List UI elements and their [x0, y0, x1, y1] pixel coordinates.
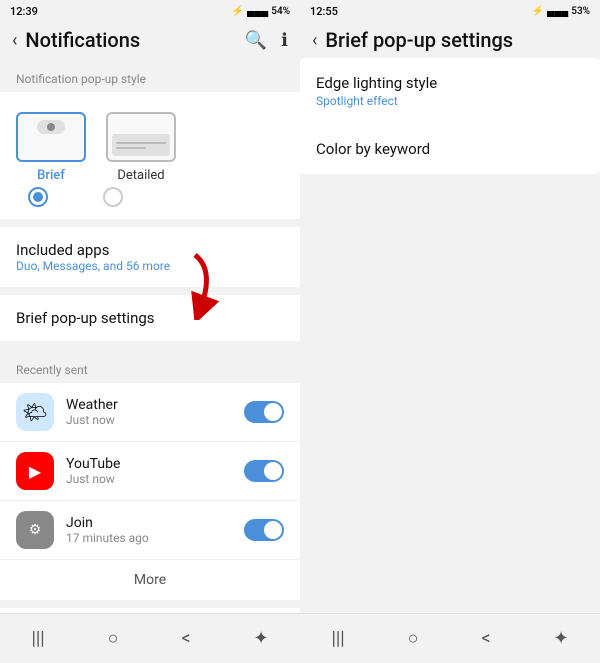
join-icon: ⚙: [16, 511, 54, 549]
youtube-name: YouTube: [66, 456, 232, 472]
included-apps-title: Included apps: [16, 241, 170, 259]
nav-extra-right[interactable]: ✦: [553, 628, 568, 649]
notification-dot: [47, 123, 55, 131]
youtube-icon: ▶: [16, 452, 54, 490]
edge-lighting-sub: Spotlight effect: [316, 94, 584, 118]
panel-line-2: [116, 147, 146, 149]
recently-sent-label: Recently sent: [0, 349, 300, 383]
popup-options: Brief Detailed: [16, 112, 284, 183]
popup-style-label: Notification pop-up style: [0, 58, 300, 92]
info-icon-left[interactable]: ℹ: [281, 30, 288, 51]
bluetooth-icon-right: ⚡: [532, 6, 544, 17]
brief-popup-item[interactable]: Brief pop-up settings: [0, 295, 300, 341]
popup-option-detailed[interactable]: Detailed: [106, 112, 176, 183]
nav-back-left[interactable]: <: [181, 628, 190, 649]
recently-sent-section: 🌤 Weather Just now ▶ YouTube Just now ⚙: [0, 383, 300, 600]
brief-popup-container: Brief pop-up settings: [0, 295, 300, 341]
status-bar-left: 12:39 ⚡ ▄▄▄ 54%: [0, 0, 300, 22]
weather-icon: 🌤: [16, 393, 54, 431]
nav-recent-right[interactable]: |||: [331, 628, 344, 649]
join-time: 17 minutes ago: [66, 531, 232, 545]
right-settings-section: Edge lighting style Spotlight effect Col…: [300, 58, 600, 174]
nav-home-left[interactable]: ○: [108, 628, 119, 649]
bottom-nav-right: ||| ○ < ✦: [300, 613, 600, 663]
right-panel: 12:55 ⚡ ▄▄▄ 53% ‹ Brief pop-up settings …: [300, 0, 600, 663]
time-left: 12:39: [10, 5, 38, 18]
status-time-left: 12:39: [10, 5, 38, 18]
scroll-content-left[interactable]: Notification pop-up style Brief: [0, 58, 300, 613]
weather-toggle[interactable]: [244, 401, 284, 423]
included-apps-item[interactable]: Included apps Duo, Messages, and 56 more: [0, 227, 300, 287]
top-bar-left-content: ‹ Notifications: [12, 28, 140, 52]
status-icons-right: ⚡ ▄▄▄ 53%: [532, 6, 590, 17]
top-bar-right: ‹ Brief pop-up settings: [300, 22, 600, 58]
battery-left: 54%: [271, 6, 290, 17]
app-item-weather[interactable]: 🌤 Weather Just now: [0, 383, 300, 441]
top-bar-left: ‹ Notifications 🔍 ℹ: [0, 22, 300, 58]
edge-lighting-item[interactable]: Edge lighting style Spotlight effect: [300, 58, 600, 124]
youtube-time: Just now: [66, 472, 232, 486]
status-time-right: 12:55: [310, 5, 338, 18]
top-bar-right-content: ‹ Brief pop-up settings: [312, 28, 513, 52]
bottom-nav-left: ||| ○ < ✦: [0, 613, 300, 663]
notification-panel: [112, 134, 170, 156]
included-apps-text: Included apps Duo, Messages, and 56 more: [16, 241, 170, 273]
notification-bubble: [37, 120, 65, 134]
nav-back-right[interactable]: <: [481, 628, 490, 649]
bluetooth-icon: ⚡: [232, 6, 244, 17]
status-icons-left: ⚡ ▄▄▄ 54%: [232, 6, 290, 17]
popup-option-brief[interactable]: Brief: [16, 112, 86, 183]
back-button-left[interactable]: ‹: [12, 30, 17, 51]
youtube-info: YouTube Just now: [66, 456, 232, 486]
brief-popup-title: Brief pop-up settings: [16, 309, 155, 327]
included-apps-sub: Duo, Messages, and 56 more: [16, 259, 170, 273]
page-title-left: Notifications: [25, 28, 140, 52]
included-apps-section: Included apps Duo, Messages, and 56 more: [0, 227, 300, 287]
radio-brief[interactable]: [28, 187, 48, 207]
join-info: Join 17 minutes ago: [66, 515, 232, 545]
radio-row: [16, 183, 284, 207]
signal-icon: ▄▄▄: [247, 6, 268, 17]
detailed-label: Detailed: [117, 168, 164, 183]
panel-line-1: [116, 142, 166, 144]
right-scroll[interactable]: Edge lighting style Spotlight effect Col…: [300, 58, 600, 613]
page-title-right: Brief pop-up settings: [325, 28, 513, 52]
battery-right: 53%: [571, 6, 590, 17]
app-item-youtube[interactable]: ▶ YouTube Just now: [0, 441, 300, 500]
join-name: Join: [66, 515, 232, 531]
edge-lighting-title: Edge lighting style: [316, 74, 584, 92]
join-toggle[interactable]: [244, 519, 284, 541]
signal-icon-right: ▄▄▄: [547, 6, 568, 17]
back-button-right[interactable]: ‹: [312, 30, 317, 51]
brief-label: Brief: [37, 168, 65, 183]
radio-detailed[interactable]: [103, 187, 123, 207]
search-icon-left[interactable]: 🔍: [245, 30, 267, 51]
weather-name: Weather: [66, 397, 232, 413]
top-bar-icons-left: 🔍 ℹ: [245, 30, 288, 51]
more-button[interactable]: More: [0, 559, 300, 600]
popup-style-section: Brief Detailed: [0, 92, 300, 219]
youtube-toggle[interactable]: [244, 460, 284, 482]
detailed-mockup: [106, 112, 176, 162]
status-bar-right: 12:55 ⚡ ▄▄▄ 53%: [300, 0, 600, 22]
weather-time: Just now: [66, 413, 232, 427]
time-right: 12:55: [310, 5, 338, 18]
app-item-join[interactable]: ⚙ Join 17 minutes ago: [0, 500, 300, 559]
color-keyword-item[interactable]: Color by keyword: [300, 124, 600, 174]
nav-home-right[interactable]: ○: [408, 628, 419, 649]
nav-extra-left[interactable]: ✦: [253, 628, 268, 649]
color-keyword-title: Color by keyword: [316, 140, 584, 158]
weather-info: Weather Just now: [66, 397, 232, 427]
nav-recent-left[interactable]: |||: [31, 628, 44, 649]
left-panel: 12:39 ⚡ ▄▄▄ 54% ‹ Notifications 🔍 ℹ Noti…: [0, 0, 300, 663]
brief-mockup: [16, 112, 86, 162]
